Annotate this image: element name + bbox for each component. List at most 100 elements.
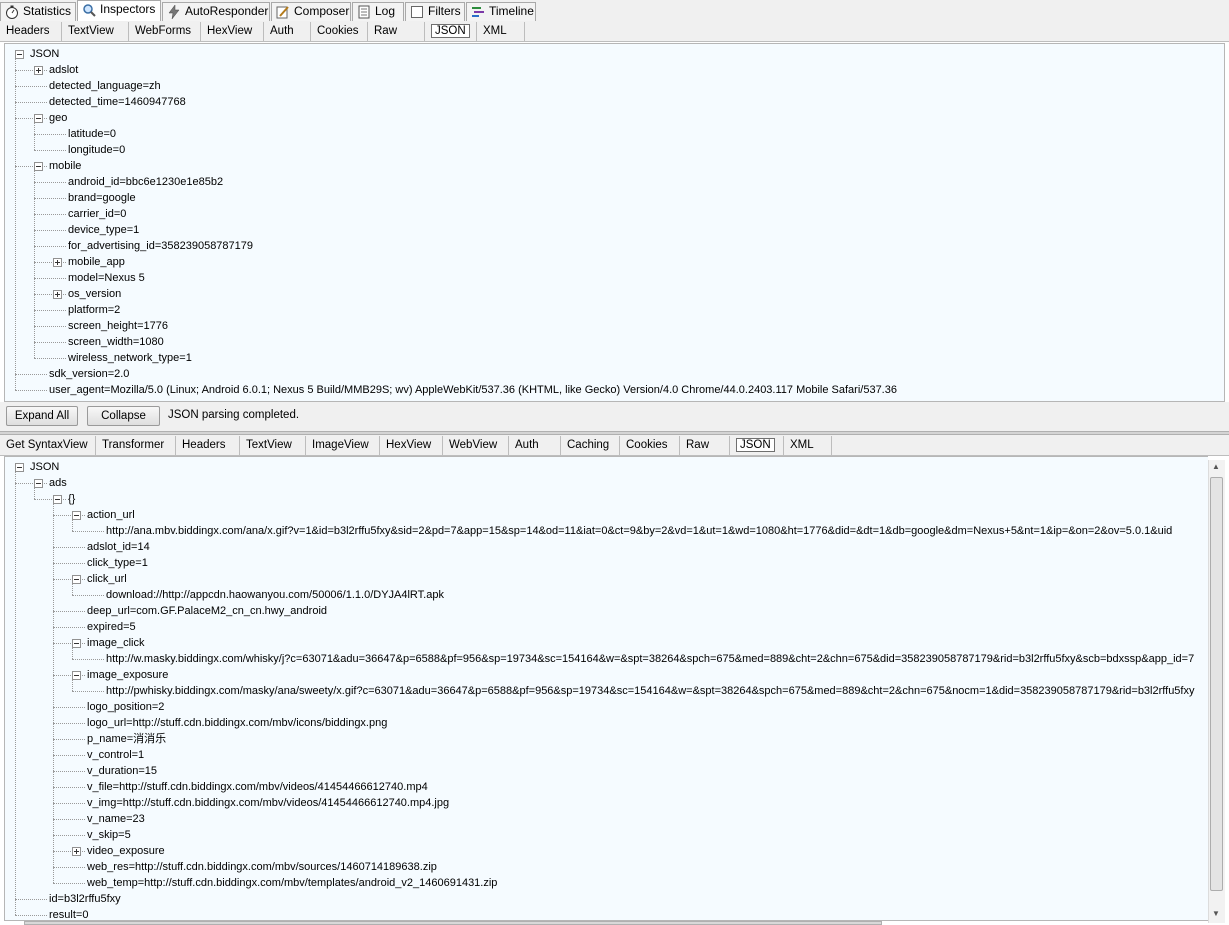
- collapse-node-icon[interactable]: [53, 495, 62, 504]
- request-tab-auth[interactable]: Auth: [264, 22, 311, 41]
- tree-node[interactable]: carrier_id=0: [68, 206, 126, 222]
- tree-node[interactable]: image_click: [87, 635, 144, 651]
- collapse-node-icon[interactable]: [15, 50, 24, 59]
- tree-node[interactable]: model=Nexus 5: [68, 270, 145, 286]
- tree-node[interactable]: wireless_network_type=1: [68, 350, 192, 366]
- request-tab-json[interactable]: JSON: [425, 22, 477, 41]
- main-tab-filters[interactable]: Filters: [405, 2, 465, 21]
- tree-node[interactable]: JSON: [30, 46, 59, 62]
- response-tab-json[interactable]: JSON: [730, 436, 784, 455]
- response-tab-imageview[interactable]: ImageView: [306, 436, 380, 455]
- response-tab-get-syntaxview[interactable]: Get SyntaxView: [0, 436, 96, 455]
- tree-node[interactable]: v_duration=15: [87, 763, 157, 779]
- tree-node[interactable]: web_temp=http://stuff.cdn.biddingx.com/m…: [87, 875, 497, 891]
- tree-node[interactable]: http://ana.mbv.biddingx.com/ana/x.gif?v=…: [106, 523, 1172, 539]
- tree-node[interactable]: deep_url=com.GF.PalaceM2_cn_cn.hwy_andro…: [87, 603, 327, 619]
- tree-node[interactable]: screen_width=1080: [68, 334, 164, 350]
- tree-node[interactable]: p_name=消消乐: [87, 731, 166, 747]
- tree-node[interactable]: os_version: [68, 286, 121, 302]
- tree-node[interactable]: android_id=bbc6e1230e1e85b2: [68, 174, 223, 190]
- tree-node[interactable]: id=b3l2rffu5fxy: [49, 891, 121, 907]
- expand-node-icon[interactable]: [34, 66, 43, 75]
- tree-node[interactable]: longitude=0: [68, 142, 125, 158]
- response-tab-cookies[interactable]: Cookies: [620, 436, 680, 455]
- tree-node[interactable]: download://http://appcdn.haowanyou.com/5…: [106, 587, 444, 603]
- expand-all-button[interactable]: Expand All: [6, 406, 78, 426]
- tree-node[interactable]: v_skip=5: [87, 827, 131, 843]
- response-tab-transformer[interactable]: Transformer: [96, 436, 176, 455]
- collapse-node-icon[interactable]: [34, 162, 43, 171]
- tree-node[interactable]: http://w.masky.biddingx.com/whisky/j?c=6…: [106, 651, 1194, 667]
- request-tab-headers[interactable]: Headers: [0, 22, 62, 41]
- request-tab-raw[interactable]: Raw: [368, 22, 425, 41]
- tree-node[interactable]: screen_height=1776: [68, 318, 168, 334]
- response-tab-caching[interactable]: Caching: [561, 436, 620, 455]
- request-tab-cookies[interactable]: Cookies: [311, 22, 368, 41]
- request-tab-webforms[interactable]: WebForms: [129, 22, 201, 41]
- tree-node[interactable]: geo: [49, 110, 67, 126]
- response-tab-headers[interactable]: Headers: [176, 436, 240, 455]
- response-tab-auth[interactable]: Auth: [509, 436, 561, 455]
- tree-node[interactable]: expired=5: [87, 619, 136, 635]
- tree-node[interactable]: click_type=1: [87, 555, 148, 571]
- response-tab-hexview[interactable]: HexView: [380, 436, 443, 455]
- collapse-node-icon[interactable]: [34, 114, 43, 123]
- vertical-scroll-thumb[interactable]: [1210, 477, 1223, 891]
- tree-node[interactable]: mobile: [49, 158, 81, 174]
- tree-node[interactable]: device_type=1: [68, 222, 139, 238]
- response-tab-webview[interactable]: WebView: [443, 436, 509, 455]
- tree-node[interactable]: latitude=0: [68, 126, 116, 142]
- tree-node[interactable]: detected_language=zh: [49, 78, 161, 94]
- collapse-button[interactable]: Collapse: [87, 406, 160, 426]
- tree-node[interactable]: web_res=http://stuff.cdn.biddingx.com/mb…: [87, 859, 437, 875]
- tree-node[interactable]: user_agent=Mozilla/5.0 (Linux; Android 6…: [49, 382, 897, 398]
- tree-node[interactable]: v_control=1: [87, 747, 144, 763]
- tree-node[interactable]: adslot_id=14: [87, 539, 150, 555]
- tree-node[interactable]: http://pwhisky.biddingx.com/masky/ana/sw…: [106, 683, 1194, 699]
- tree-node[interactable]: action_url: [87, 507, 135, 523]
- horizontal-scrollbar[interactable]: [24, 921, 882, 925]
- collapse-node-icon[interactable]: [72, 639, 81, 648]
- tree-node[interactable]: image_exposure: [87, 667, 168, 683]
- tree-node[interactable]: click_url: [87, 571, 127, 587]
- tree-node[interactable]: JSON: [30, 459, 59, 475]
- collapse-node-icon[interactable]: [72, 671, 81, 680]
- scroll-down-arrow-icon[interactable]: ▼: [1212, 909, 1220, 918]
- response-tab-raw[interactable]: Raw: [680, 436, 730, 455]
- scroll-up-arrow-icon[interactable]: ▲: [1212, 462, 1220, 471]
- main-tab-log[interactable]: Log: [352, 2, 404, 21]
- response-tab-textview[interactable]: TextView: [240, 436, 306, 455]
- response-tab-xml[interactable]: XML: [784, 436, 832, 455]
- request-tab-textview[interactable]: TextView: [62, 22, 129, 41]
- tree-node[interactable]: brand=google: [68, 190, 136, 206]
- expand-node-icon[interactable]: [53, 258, 62, 267]
- request-tab-hexview[interactable]: HexView: [201, 22, 264, 41]
- tree-node[interactable]: detected_time=1460947768: [49, 94, 186, 110]
- main-tab-statistics[interactable]: Statistics: [0, 2, 76, 21]
- tree-node[interactable]: for_advertising_id=358239058787179: [68, 238, 253, 254]
- tree-node[interactable]: v_name=23: [87, 811, 145, 827]
- collapse-node-icon[interactable]: [72, 511, 81, 520]
- tree-node[interactable]: video_exposure: [87, 843, 165, 859]
- tree-node[interactable]: platform=2: [68, 302, 120, 318]
- tree-node[interactable]: mobile_app: [68, 254, 125, 270]
- tree-node[interactable]: adslot: [49, 62, 78, 78]
- tree-node[interactable]: v_img=http://stuff.cdn.biddingx.com/mbv/…: [87, 795, 449, 811]
- main-tab-autoresponder[interactable]: AutoResponder: [162, 2, 270, 21]
- request-tab-xml[interactable]: XML: [477, 22, 525, 41]
- tree-node[interactable]: result=0: [49, 907, 88, 920]
- main-tab-timeline[interactable]: Timeline: [466, 2, 536, 21]
- collapse-node-icon[interactable]: [72, 575, 81, 584]
- tree-node[interactable]: logo_url=http://stuff.cdn.biddingx.com/m…: [87, 715, 387, 731]
- expand-node-icon[interactable]: [53, 290, 62, 299]
- collapse-node-icon[interactable]: [34, 479, 43, 488]
- tree-node[interactable]: v_file=http://stuff.cdn.biddingx.com/mbv…: [87, 779, 428, 795]
- tree-node[interactable]: ads: [49, 475, 67, 491]
- response-json-tree[interactable]: JSON ads{} action_url http://ana.mbv.biddin…: [4, 456, 1208, 921]
- tree-node[interactable]: {}: [68, 491, 75, 507]
- expand-node-icon[interactable]: [72, 847, 81, 856]
- main-tab-inspectors[interactable]: Inspectors: [77, 0, 161, 22]
- tree-node[interactable]: sdk_version=2.0: [49, 366, 129, 382]
- request-json-tree[interactable]: JSON adslot detected_language=zh detected_t…: [4, 43, 1225, 402]
- collapse-node-icon[interactable]: [15, 463, 24, 472]
